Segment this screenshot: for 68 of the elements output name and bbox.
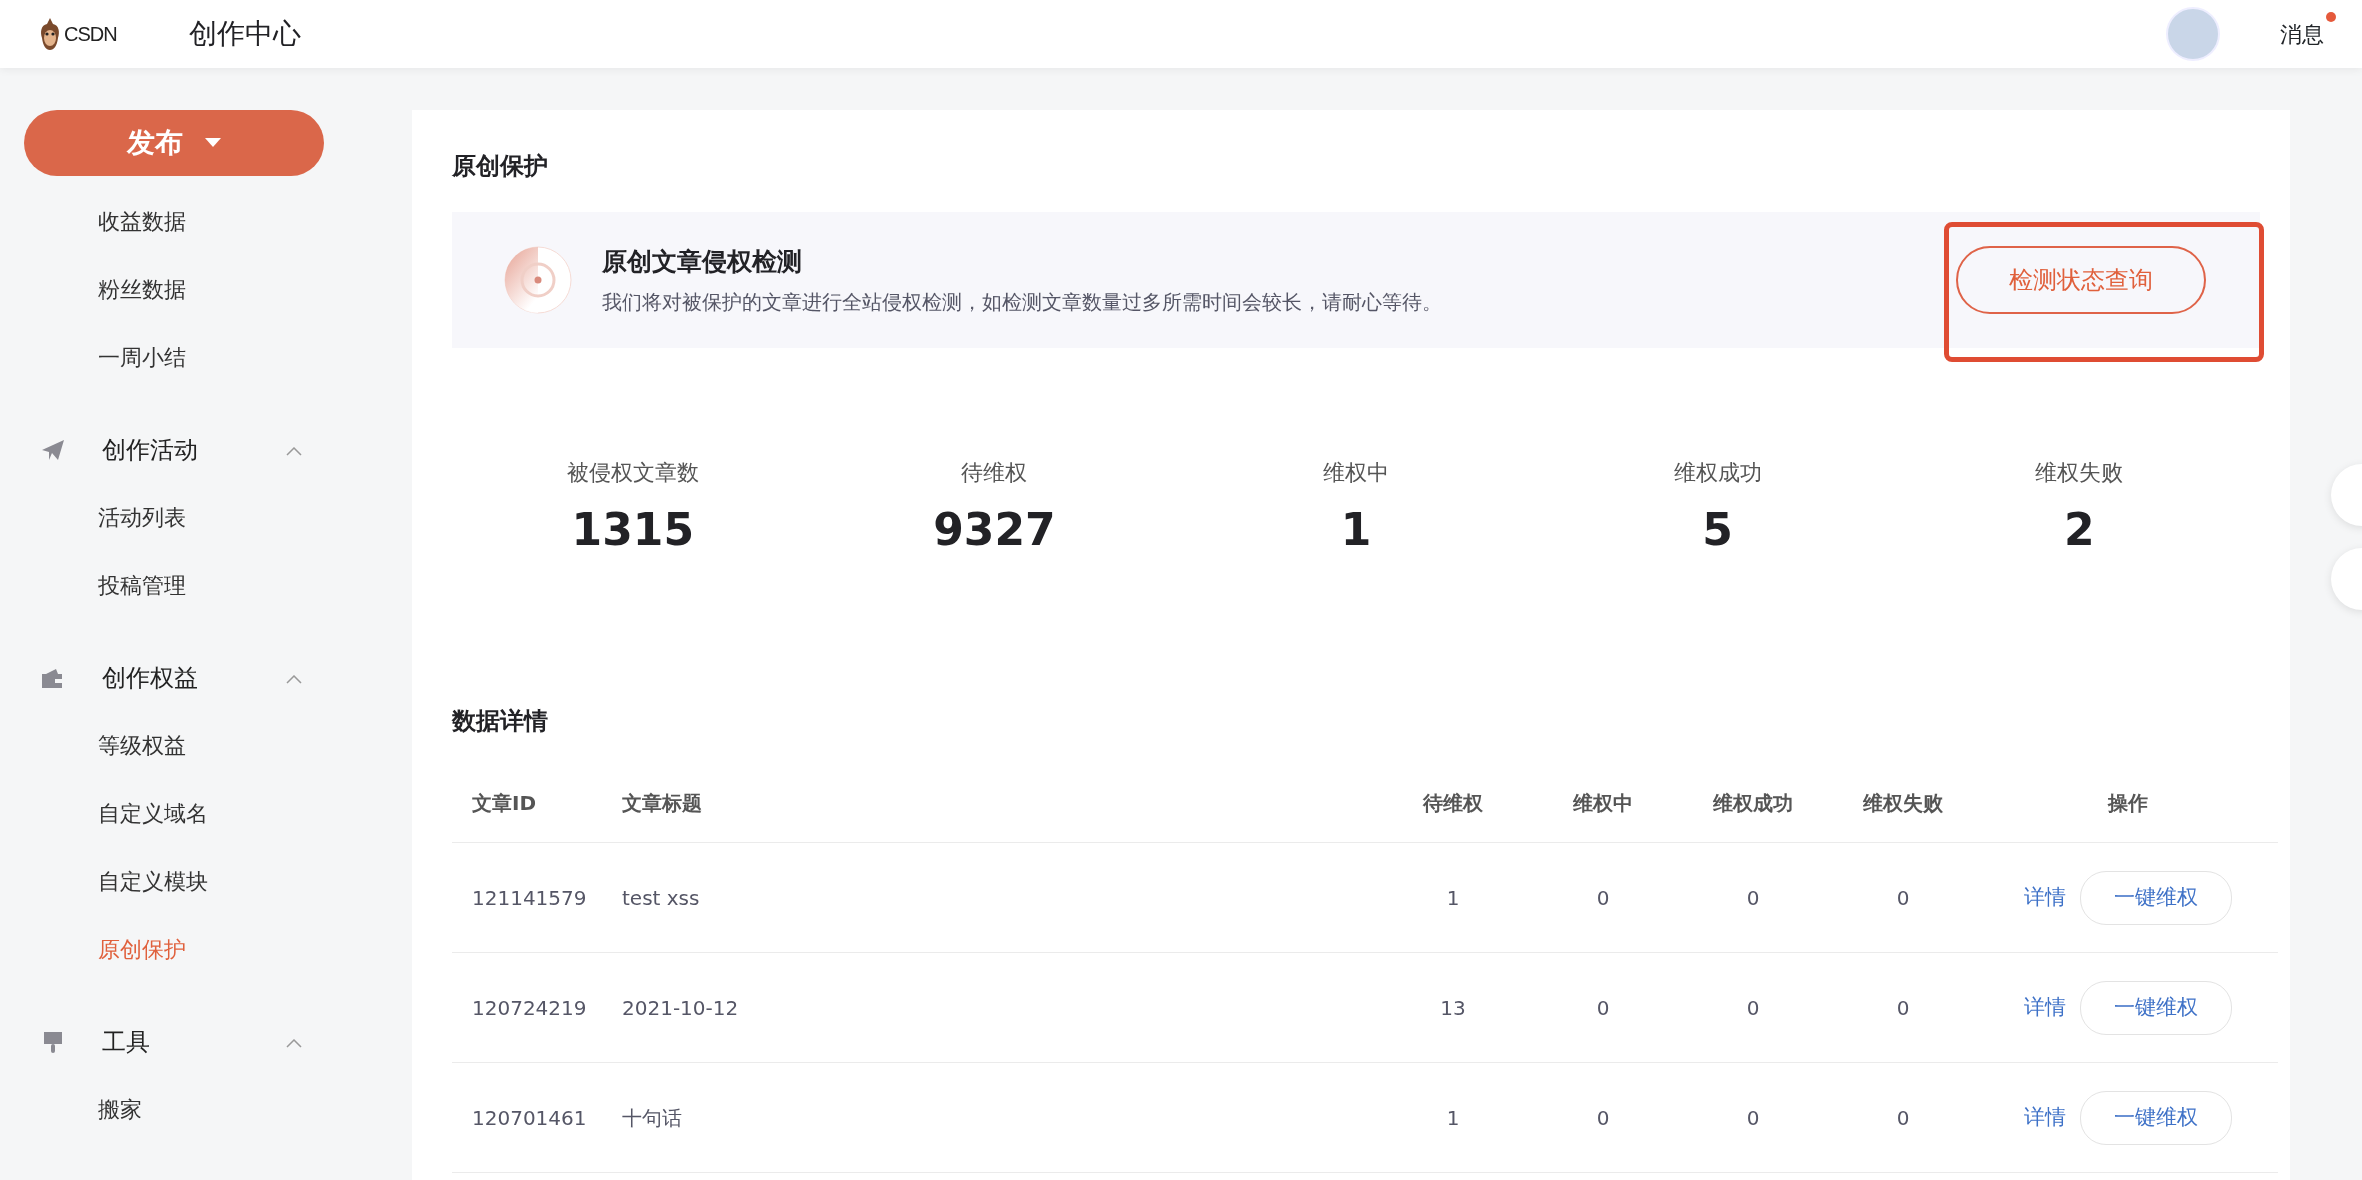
- table-cell-text: 2021-10-12: [622, 994, 739, 1022]
- header-title: 创作中心: [188, 16, 301, 52]
- logo-text[interactable]: CSDN: [64, 19, 117, 49]
- detail-link[interactable]: 详情: [2024, 991, 2066, 1024]
- detail-link[interactable]: 详情: [2024, 1101, 2066, 1134]
- banner-text: 我们将对被保护的文章进行全站侵权检测，如检测文章数量过多所需时间会较长，请耐心等待。: [602, 288, 1442, 316]
- column-header: 维权中: [1573, 789, 1633, 817]
- sidebar-item[interactable]: 收益数据: [24, 188, 186, 256]
- table-cell-text: 1: [1446, 1104, 1460, 1132]
- column-header: 文章ID: [472, 789, 537, 817]
- table-cell-text: 0: [1896, 1104, 1910, 1132]
- action-button[interactable]: 一键维权: [2080, 870, 2232, 925]
- messages-link[interactable]: 消息: [2280, 21, 2324, 47]
- table-cell-text: 120724219: [472, 994, 587, 1022]
- caret-icon: [205, 138, 221, 148]
- stat-label: 维权失败: [2035, 459, 2124, 487]
- column-header: 维权成功: [1713, 789, 1793, 817]
- table-cell-text: 13: [1440, 994, 1466, 1022]
- table-cell-text: 121141579: [472, 884, 587, 912]
- section-title: 数据详情: [452, 706, 549, 737]
- table-cell-text: 十句话: [622, 1104, 682, 1132]
- stat-label: 维权成功: [1673, 459, 1762, 487]
- table-cell-text: 120701461: [472, 1104, 587, 1132]
- column-header: 维权失败: [1863, 789, 1943, 817]
- sidebar-group-title[interactable]: 创作活动: [102, 432, 198, 468]
- table-cell-text: 0: [1896, 994, 1910, 1022]
- monkey-logo-icon: [38, 16, 62, 52]
- stat-label: 维权中: [1323, 459, 1389, 487]
- table-cell-text: 0: [1746, 994, 1760, 1022]
- sidebar-item[interactable]: 粉丝数据: [24, 256, 186, 324]
- detail-link[interactable]: 详情: [2024, 881, 2066, 914]
- stat-label: 待维权: [961, 459, 1028, 487]
- column-header: 待维权: [1423, 789, 1483, 817]
- table-cell-text: 0: [1746, 884, 1760, 912]
- table-cell-text: 0: [1746, 1104, 1760, 1132]
- chevron-up-icon[interactable]: [286, 1038, 302, 1048]
- sidebar-item[interactable]: 活动列表: [24, 484, 186, 552]
- stat-value: 9327: [933, 503, 1056, 557]
- action-button[interactable]: 一键维权: [2080, 1090, 2232, 1145]
- table-cell-text: 1: [1446, 884, 1460, 912]
- stat-value: 5: [1702, 503, 1733, 557]
- sidebar-item[interactable]: 搬家: [24, 1076, 142, 1144]
- stat-value: 1315: [571, 503, 695, 557]
- radar-icon: [504, 246, 572, 314]
- table-cell-text: 0: [1896, 884, 1910, 912]
- sidebar-item[interactable]: 投稿管理: [24, 552, 186, 620]
- chevron-up-icon[interactable]: [286, 674, 302, 684]
- stat-label: 被侵权文章数: [566, 459, 699, 487]
- sidebar-item[interactable]: 自定义模块: [24, 848, 208, 916]
- stat-value: 1: [1340, 503, 1372, 557]
- stat-value: 2: [2063, 503, 2095, 557]
- avatar[interactable]: [2166, 7, 2220, 61]
- sidebar-group-title[interactable]: 工具: [102, 1024, 150, 1060]
- column-header: 操作: [2108, 789, 2148, 817]
- chevron-up-icon[interactable]: [286, 446, 302, 456]
- banner-title: 原创文章侵权检测: [602, 246, 803, 279]
- table-cell-text: 0: [1596, 1104, 1610, 1132]
- table-cell-text: test xss: [622, 884, 700, 912]
- table-cell-text: 0: [1596, 884, 1610, 912]
- sidebar-item[interactable]: 自定义域名: [24, 780, 208, 848]
- sidebar-item[interactable]: 一周小结: [24, 324, 186, 392]
- table-cell-text: 0: [1596, 994, 1610, 1022]
- sidebar-item[interactable]: 等级权益: [24, 712, 186, 780]
- action-button[interactable]: 一键维权: [2080, 980, 2232, 1035]
- column-header: 文章标题: [622, 789, 702, 817]
- paper-plane-icon: [40, 438, 66, 462]
- sidebar-group-title[interactable]: 创作权益: [102, 660, 198, 696]
- page-title: 原创保护: [452, 151, 549, 182]
